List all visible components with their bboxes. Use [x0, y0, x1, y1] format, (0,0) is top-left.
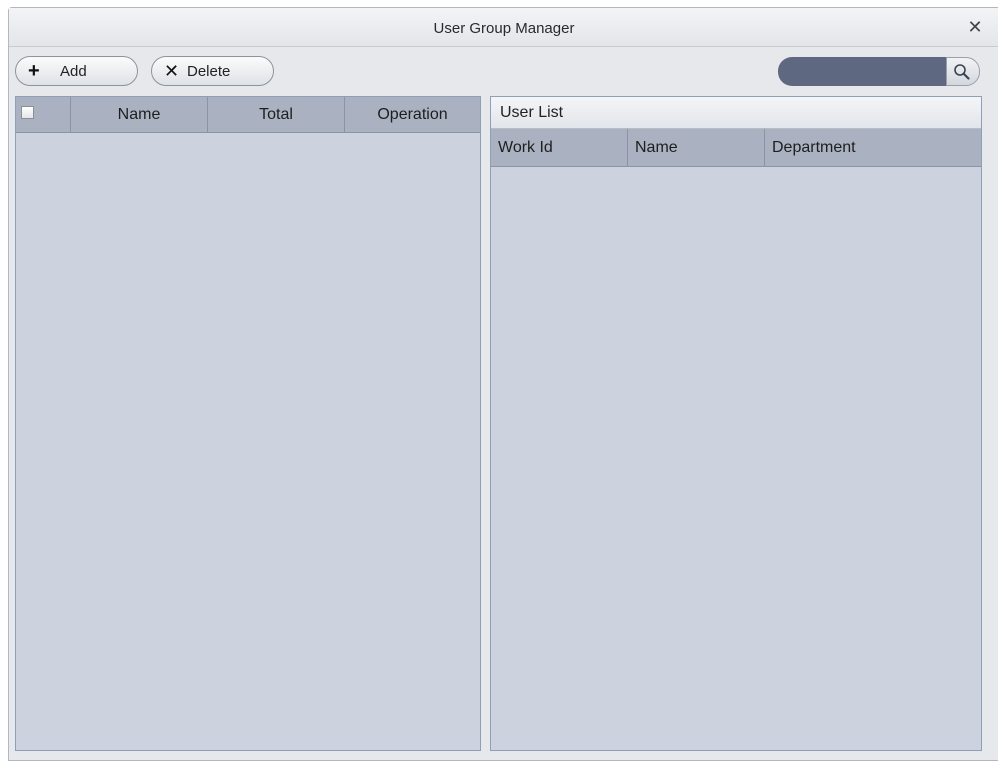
column-header-user-name[interactable]: Name — [628, 129, 765, 166]
column-header-name[interactable]: Name — [71, 97, 208, 132]
search-input[interactable] — [778, 57, 948, 86]
group-table: Name Total Operation — [15, 96, 481, 751]
column-header-total[interactable]: Total — [208, 97, 345, 132]
search-box — [778, 57, 980, 86]
add-button[interactable]: + Add — [15, 56, 138, 86]
delete-button-label: Delete — [187, 63, 231, 80]
x-icon: ✕ — [164, 61, 180, 81]
select-all-checkbox[interactable] — [21, 106, 34, 119]
column-header-operation[interactable]: Operation — [345, 97, 480, 132]
title-bar: User Group Manager ✕ — [9, 8, 998, 47]
select-all-column — [16, 97, 71, 132]
user-list-panel: User List Work Id Name Department — [490, 96, 982, 751]
column-header-work-id[interactable]: Work Id — [491, 129, 628, 166]
delete-button[interactable]: ✕ Delete — [151, 56, 274, 86]
user-list-title: User List — [491, 97, 981, 129]
plus-icon: + — [28, 60, 40, 82]
user-list-header: Work Id Name Department — [491, 129, 981, 167]
add-button-label: Add — [60, 63, 87, 80]
group-table-header: Name Total Operation — [16, 97, 480, 133]
close-button[interactable]: ✕ — [965, 17, 985, 37]
search-button[interactable] — [946, 57, 980, 86]
search-icon — [954, 64, 970, 80]
column-header-department[interactable]: Department — [765, 129, 981, 166]
window-title: User Group Manager — [433, 20, 575, 37]
